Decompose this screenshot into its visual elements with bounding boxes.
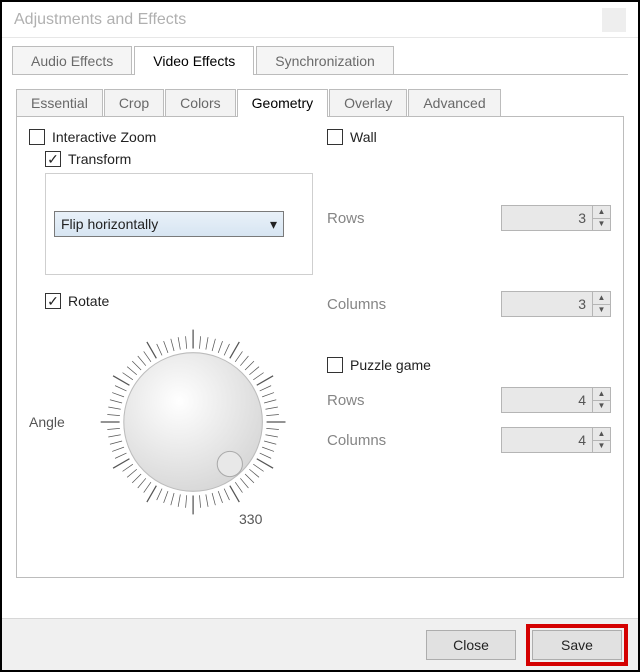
primary-tabs: Audio Effects Video Effects Synchronizat… (2, 38, 638, 75)
close-button[interactable]: Close (426, 630, 516, 660)
sub-tabs: Essential Crop Colors Geometry Overlay A… (16, 89, 624, 116)
wall-rows-value: 3 (502, 206, 592, 230)
wall-cols-field: Columns 3 ▲▼ (327, 291, 611, 317)
rotate-dial-wrap: Angle (29, 317, 313, 535)
wall-cols-value: 3 (502, 292, 592, 316)
wall-rows-label: Rows (327, 210, 417, 227)
video-effects-panel: Essential Crop Colors Geometry Overlay A… (16, 89, 624, 578)
transform-group: Flip horizontally ▾ (45, 173, 313, 275)
subtab-geometry[interactable]: Geometry (237, 89, 328, 116)
tab-synchronization[interactable]: Synchronization (256, 46, 394, 75)
puzzle-checkbox[interactable] (327, 357, 343, 373)
window-close-placeholder[interactable] (602, 8, 626, 32)
wall-cols-label: Columns (327, 296, 417, 313)
save-button[interactable]: Save (532, 630, 622, 660)
wall-cols-spin[interactable]: 3 ▲▼ (501, 291, 611, 317)
subtab-essential[interactable]: Essential (16, 89, 103, 116)
puzzle-cols-value: 4 (502, 428, 592, 452)
tab-video-effects[interactable]: Video Effects (134, 46, 254, 75)
transform-combo[interactable]: Flip horizontally ▾ (54, 211, 284, 237)
rotate-section: ✓ Rotate Angle (29, 293, 313, 527)
puzzle-rows-stepper[interactable]: ▲▼ (592, 388, 610, 412)
wall-section: Wall Rows 3 ▲▼ Columns 3 ▲▼ (327, 129, 611, 317)
interactive-zoom-label: Interactive Zoom (52, 129, 156, 145)
titlebar: Adjustments and Effects (2, 2, 638, 38)
transform-checkbox[interactable]: ✓ (45, 151, 61, 167)
puzzle-cols-stepper[interactable]: ▲▼ (592, 428, 610, 452)
puzzle-rows-spin[interactable]: 4 ▲▼ (501, 387, 611, 413)
geometry-right-column: Wall Rows 3 ▲▼ Columns 3 ▲▼ (327, 129, 611, 565)
wall-checkbox[interactable] (327, 129, 343, 145)
rotate-label: Rotate (68, 293, 109, 309)
rotate-row[interactable]: ✓ Rotate (45, 293, 313, 309)
puzzle-row[interactable]: Puzzle game (327, 357, 611, 373)
interactive-zoom-row[interactable]: Interactive Zoom (29, 129, 313, 145)
subtab-crop[interactable]: Crop (104, 89, 164, 116)
save-highlight: Save (526, 624, 628, 666)
angle-label: Angle (29, 414, 65, 430)
puzzle-cols-field: Columns 4 ▲▼ (327, 427, 611, 453)
puzzle-rows-label: Rows (327, 392, 417, 409)
transform-row[interactable]: ✓ Transform (45, 151, 313, 167)
wall-label: Wall (350, 129, 377, 145)
bottom-bar: Close Save (2, 618, 638, 670)
subtab-colors[interactable]: Colors (165, 89, 235, 116)
geometry-left-column: Interactive Zoom ✓ Transform Flip horizo… (29, 129, 313, 565)
wall-rows-spin[interactable]: 3 ▲▼ (501, 205, 611, 231)
puzzle-cols-label: Columns (327, 432, 417, 449)
subtab-overlay[interactable]: Overlay (329, 89, 407, 116)
wall-cols-stepper[interactable]: ▲▼ (592, 292, 610, 316)
wall-rows-stepper[interactable]: ▲▼ (592, 206, 610, 230)
angle-dial[interactable] (73, 317, 313, 527)
subtab-advanced[interactable]: Advanced (408, 89, 500, 116)
chevron-down-icon: ▾ (270, 216, 277, 233)
window-title: Adjustments and Effects (14, 11, 186, 29)
transform-combo-value: Flip horizontally (61, 216, 158, 232)
puzzle-section: Puzzle game Rows 4 ▲▼ Columns 4 ▲▼ (327, 357, 611, 453)
rotate-checkbox[interactable]: ✓ (45, 293, 61, 309)
puzzle-rows-value: 4 (502, 388, 592, 412)
puzzle-cols-spin[interactable]: 4 ▲▼ (501, 427, 611, 453)
transform-label: Transform (68, 151, 131, 167)
interactive-zoom-checkbox[interactable] (29, 129, 45, 145)
puzzle-label: Puzzle game (350, 357, 431, 373)
tab-audio-effects[interactable]: Audio Effects (12, 46, 132, 75)
wall-rows-field: Rows 3 ▲▼ (327, 205, 611, 231)
wall-row[interactable]: Wall (327, 129, 611, 145)
geometry-panel: Interactive Zoom ✓ Transform Flip horizo… (16, 116, 624, 578)
puzzle-rows-field: Rows 4 ▲▼ (327, 387, 611, 413)
